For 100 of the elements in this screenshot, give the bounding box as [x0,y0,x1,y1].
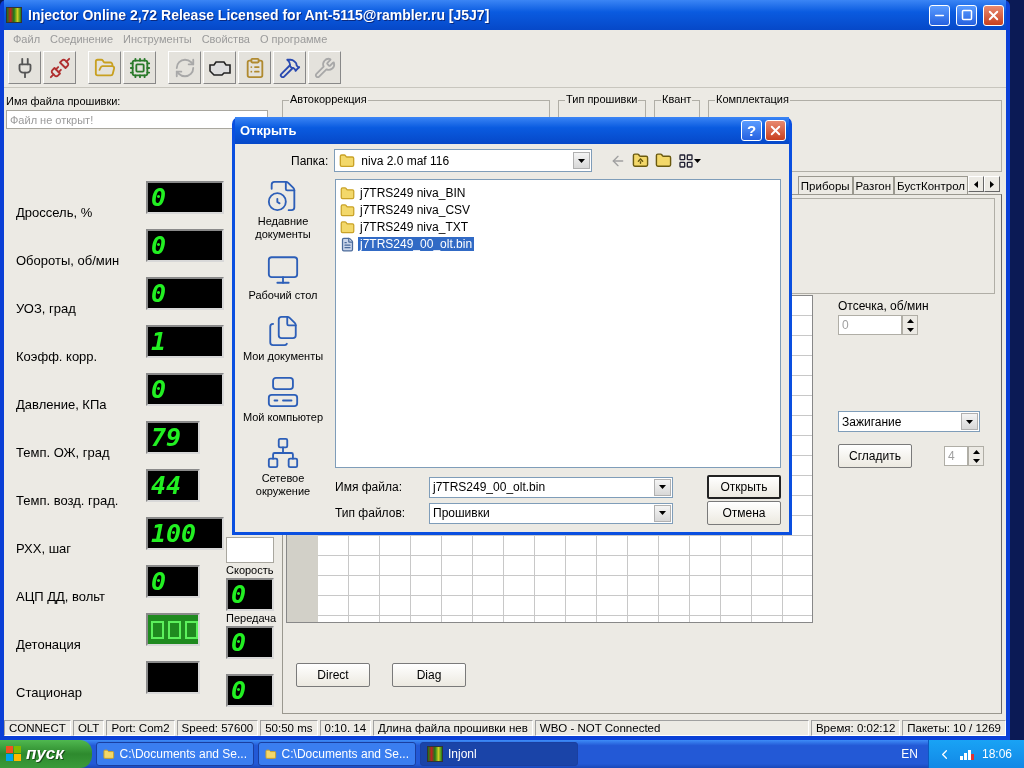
status-cell: Время: 0:02:12 [810,720,901,736]
places-item[interactable]: Мой компьютер [237,375,329,424]
group-title: Автокоррекция [289,93,368,105]
caret-icon [659,485,666,489]
file-item[interactable]: j7TRS249_00_olt.bin [340,236,776,252]
gauge-label: Коэфф. корр. [16,347,99,364]
led-display: 0 [226,674,274,707]
gauge-label: Обороты, об/мин [16,251,121,268]
gauge-label: Дроссель, % [16,203,94,220]
tab[interactable]: Приборы [797,176,853,194]
down-icon [906,327,914,332]
status-cell: Speed: 57600 [176,720,259,736]
group-title: Тип прошивки [565,93,639,105]
spin-buttons[interactable] [968,446,984,466]
status-cell: WBO - NOT Connected [534,720,809,736]
close-icon [768,123,783,138]
file-item[interactable]: j7TRS249 niva_BIN [340,185,776,201]
toolbar-button[interactable] [273,51,306,84]
gauge-label: Давление, КПа [16,395,108,412]
taskbar-button[interactable]: C:\Documents and Se... [258,742,416,766]
toolbar-button[interactable] [8,51,41,84]
cancel-button[interactable]: Отмена [707,501,781,525]
firmware-label: Имя файла прошивки: [6,95,122,107]
taskbar-button[interactable]: Injonl [420,742,578,766]
window-title: Injector Online 2,72 Release Licensed for Ant-5115@rambler.ru [J5J7] [28,7,491,23]
action-button[interactable]: Direct [296,663,370,687]
open-button[interactable]: Открыть [707,475,781,499]
places-item[interactable]: Сетевое окружение [237,436,329,498]
idle-field[interactable] [226,537,274,563]
dropdown-button[interactable] [654,504,671,522]
group-title: Квант [661,93,693,105]
taskbar-button[interactable]: C:\Documents and Se... [96,742,254,766]
dropdown-button[interactable] [961,413,978,430]
status-cell: Port: Com2 [106,720,175,736]
refresh-icon [173,56,196,79]
places-item[interactable]: Мои документы [237,314,329,363]
gauge-label: Скорость [226,564,274,576]
folder-icon [340,185,355,201]
caret-icon [694,158,702,163]
cutoff-label: Отсечка, об/мин [838,299,930,313]
led-display: 0 [146,181,224,214]
status-cell: 0:10. 14 [319,720,372,736]
right-arrow-icon [990,180,994,188]
maximize-button[interactable] [956,4,977,26]
led-display: 0 [226,578,274,611]
network-icon [266,436,300,470]
smooth-button[interactable]: Сгладить [838,444,912,468]
map-select[interactable]: Зажигание [838,411,980,432]
view-menu-button[interactable] [678,152,702,169]
new-folder-icon[interactable] [655,152,673,169]
toolbar-button[interactable] [123,51,156,84]
scroll-left-button[interactable] [968,176,984,192]
action-button[interactable]: Diag [392,663,466,687]
folder-open-icon [93,56,116,79]
documents-icon [266,314,300,348]
tab[interactable]: Разгон [852,176,895,194]
gauge-label: РХХ, шаг [16,539,73,556]
folder-icon [339,152,356,169]
filename-field[interactable]: j7TRS249_00_olt.bin [429,476,673,498]
maximize-icon [960,9,973,21]
led-display: 100 [146,517,224,550]
dropdown-button[interactable] [654,478,671,496]
led-display: 0 [226,626,274,659]
file-icon [340,236,355,252]
status-cell: CONNECT [4,720,71,736]
help-button[interactable]: ? [741,120,762,141]
dropdown-button[interactable] [573,152,591,169]
file-item[interactable]: j7TRS249 niva_TXT [340,219,776,235]
places-item[interactable]: Рабочий стол [237,253,329,302]
folder-icon [340,219,355,235]
led-display: 0 [146,229,224,262]
hammer-icon [278,56,301,79]
left-arrow-icon [974,180,978,188]
filetype-select[interactable]: Прошивки [429,502,673,524]
led-display: 44 [146,469,200,502]
signal-icon [959,748,974,760]
grid-view-icon [678,152,695,169]
spin-buttons[interactable] [902,315,918,335]
places-item[interactable]: Недавние документы [237,179,329,241]
folder-select[interactable]: niva 2.0 maf 116 [334,149,593,172]
minimize-button[interactable] [929,4,950,26]
caret-icon [659,511,666,515]
close-button[interactable] [765,120,786,141]
start-button[interactable]: пуск [0,740,92,768]
folder-label: Папка: [291,153,329,168]
status-cell: 50:50 ms [260,720,318,736]
led-display: 0 [146,277,224,310]
tab[interactable]: БустКонтрол [894,176,968,194]
toolbar-button[interactable] [43,51,76,84]
led-display: 0 [146,373,224,406]
toolbar-button[interactable] [203,51,236,84]
file-item[interactable]: j7TRS249 niva_CSV [340,202,776,218]
close-button[interactable] [983,4,1004,26]
chip-icon [128,56,151,79]
scroll-right-button[interactable] [984,176,1000,192]
language-indicator[interactable]: EN [901,747,918,761]
folder-up-icon[interactable] [632,152,650,169]
led-display: 79 [146,421,200,454]
gauge-label: Стационар [16,683,83,700]
engine-icon [208,59,231,76]
